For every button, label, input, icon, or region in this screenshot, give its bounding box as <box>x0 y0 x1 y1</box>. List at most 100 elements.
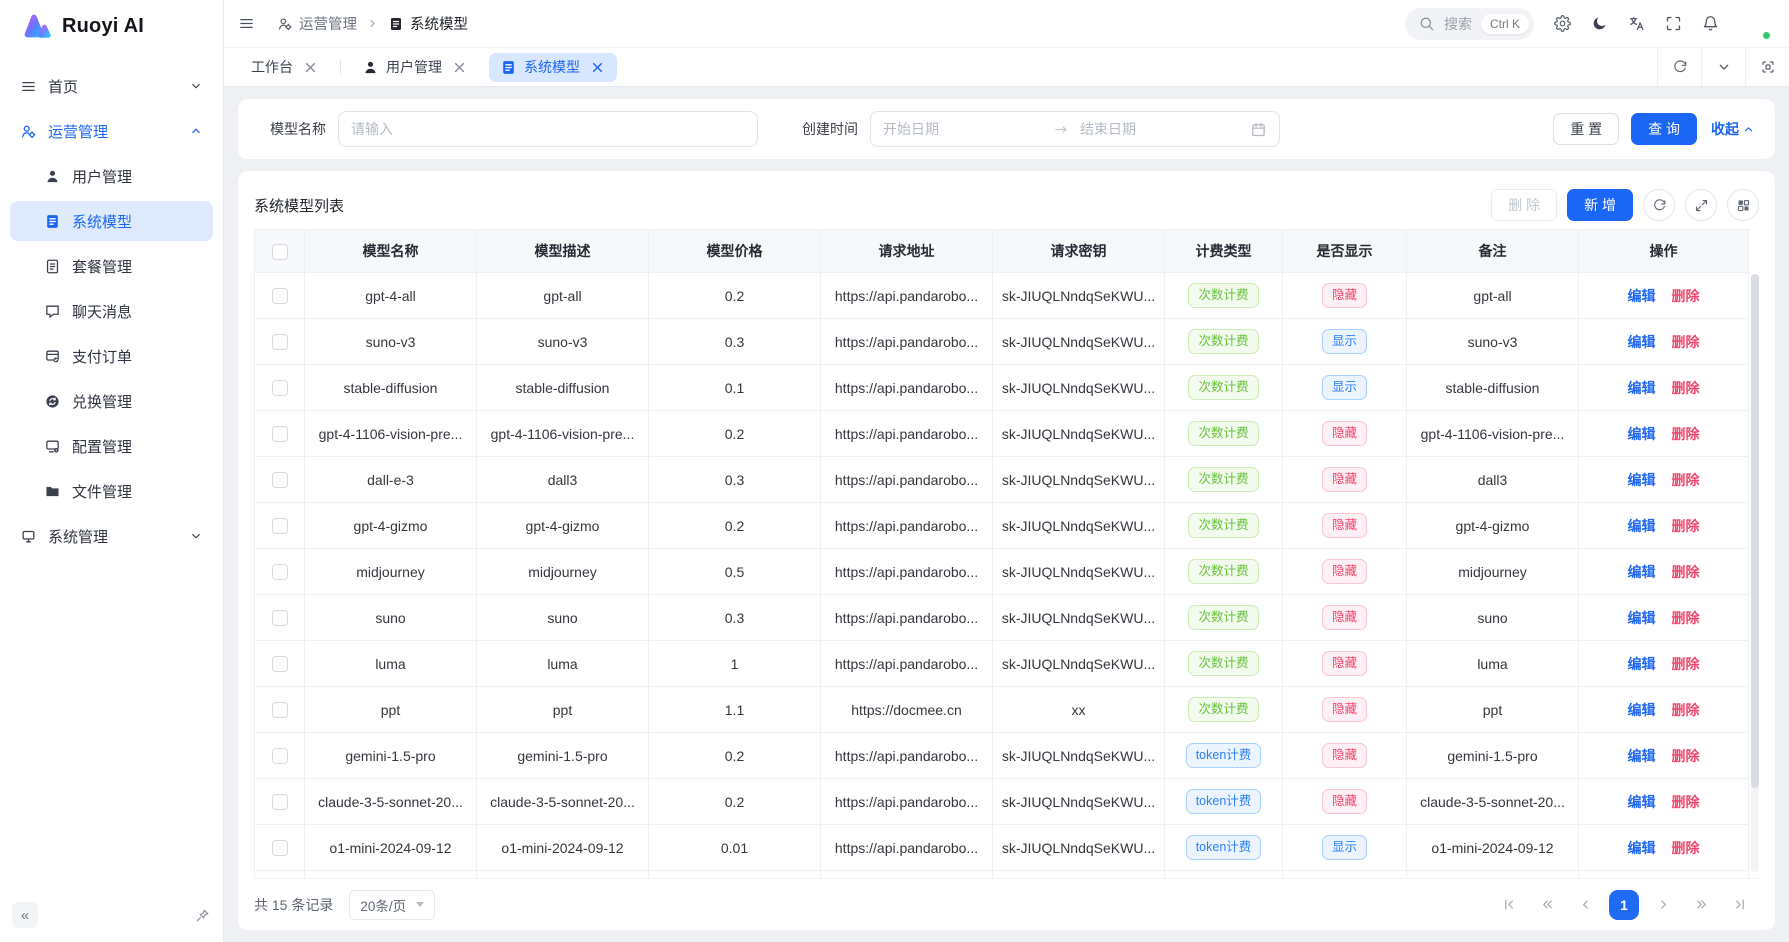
row-checkbox[interactable] <box>272 610 288 626</box>
delete-link[interactable]: 删除 <box>1672 380 1700 396</box>
select-all-checkbox[interactable] <box>272 244 288 260</box>
maximize-content-button[interactable] <box>1745 48 1789 86</box>
sidebar-item-home[interactable]: 首页 <box>10 66 213 106</box>
row-checkbox[interactable] <box>272 794 288 810</box>
delete-link[interactable]: 删除 <box>1672 426 1700 442</box>
edit-link[interactable]: 编辑 <box>1628 610 1656 626</box>
hamburger-menu-icon[interactable] <box>238 15 255 32</box>
fullscreen-table-button[interactable] <box>1685 189 1717 221</box>
row-checkbox[interactable] <box>272 518 288 534</box>
row-checkbox[interactable] <box>272 472 288 488</box>
tab-menu-button[interactable] <box>1701 48 1745 86</box>
cell-visibility: 隐藏 <box>1283 733 1407 779</box>
delete-link[interactable]: 删除 <box>1672 334 1700 350</box>
refresh-tab-button[interactable] <box>1657 48 1701 86</box>
sidebar-item-config-management[interactable]: 配置管理 <box>10 426 213 466</box>
close-tab-icon[interactable] <box>302 59 319 76</box>
next-group-button[interactable] <box>1687 891 1715 919</box>
cell-desc: suno-v3 <box>477 319 649 365</box>
delete-link[interactable]: 删除 <box>1672 748 1700 764</box>
edit-link[interactable]: 编辑 <box>1628 748 1656 764</box>
current-page[interactable]: 1 <box>1609 890 1639 920</box>
collapse-filter-link[interactable]: 收起 <box>1711 119 1755 139</box>
cell-name: suno-v3 <box>305 319 477 365</box>
sidebar-item-file-management[interactable]: 文件管理 <box>10 471 213 511</box>
delete-link[interactable]: 删除 <box>1672 610 1700 626</box>
reset-button[interactable]: 重 置 <box>1553 113 1619 145</box>
app-logo[interactable]: Ruoyi AI <box>0 0 223 52</box>
query-button[interactable]: 查 询 <box>1631 113 1697 145</box>
tab-system-model[interactable]: 系统模型 <box>489 53 617 82</box>
delete-link[interactable]: 删除 <box>1672 794 1700 810</box>
sidebar-item-system-model[interactable]: 系统模型 <box>10 201 213 241</box>
close-tab-icon[interactable] <box>451 59 468 76</box>
sidebar-item-chat-messages[interactable]: 聊天消息 <box>10 291 213 331</box>
refresh-icon <box>1652 198 1667 213</box>
breadcrumb-item[interactable]: 系统模型 <box>388 13 468 34</box>
edit-link[interactable]: 编辑 <box>1628 840 1656 856</box>
edit-link[interactable]: 编辑 <box>1628 794 1656 810</box>
row-checkbox[interactable] <box>272 564 288 580</box>
row-checkbox[interactable] <box>272 702 288 718</box>
language-icon[interactable] <box>1628 15 1645 32</box>
delete-link[interactable]: 删除 <box>1672 472 1700 488</box>
row-checkbox[interactable] <box>272 380 288 396</box>
row-checkbox[interactable] <box>272 334 288 350</box>
edit-link[interactable]: 编辑 <box>1628 518 1656 534</box>
notifications-icon[interactable] <box>1702 15 1719 32</box>
create-time-range-picker[interactable]: 开始日期 结束日期 <box>870 111 1280 147</box>
tab-user-management[interactable]: 用户管理 <box>351 53 479 82</box>
settings-icon[interactable] <box>1554 15 1571 32</box>
delete-link[interactable]: 删除 <box>1672 702 1700 718</box>
focus-expand-icon <box>1760 59 1776 75</box>
delete-link[interactable]: 删除 <box>1672 518 1700 534</box>
sidebar-item-exchange-management[interactable]: 兑换管理 <box>10 381 213 421</box>
next-page-button[interactable] <box>1649 891 1677 919</box>
edit-link[interactable]: 编辑 <box>1628 472 1656 488</box>
breadcrumb-label: 系统模型 <box>410 13 468 34</box>
table-scrollbar[interactable] <box>1751 274 1759 872</box>
prev-page-button[interactable] <box>1571 891 1599 919</box>
scrollbar-thumb[interactable] <box>1751 274 1759 788</box>
fullscreen-icon[interactable] <box>1665 15 1682 32</box>
prev-group-button[interactable] <box>1533 891 1561 919</box>
breadcrumb-item[interactable]: 运营管理 <box>277 13 357 34</box>
model-name-input[interactable] <box>338 111 758 147</box>
close-tab-icon[interactable] <box>589 59 606 76</box>
edit-link[interactable]: 编辑 <box>1628 426 1656 442</box>
add-button[interactable]: 新 增 <box>1567 189 1633 221</box>
sidebar-collapse-button[interactable]: « <box>12 902 38 928</box>
sidebar-item-payment-orders[interactable]: 支付订单 <box>10 336 213 376</box>
first-page-button[interactable] <box>1495 891 1523 919</box>
row-checkbox[interactable] <box>272 748 288 764</box>
sidebar-item-package-management[interactable]: 套餐管理 <box>10 246 213 286</box>
sidebar-item-operations[interactable]: 运营管理 <box>10 111 213 151</box>
delete-link[interactable]: 删除 <box>1672 564 1700 580</box>
row-checkbox[interactable] <box>272 656 288 672</box>
tab-workbench[interactable]: 工作台 <box>240 53 330 82</box>
row-checkbox[interactable] <box>272 426 288 442</box>
row-checkbox[interactable] <box>272 288 288 304</box>
global-search[interactable]: 搜索 Ctrl K <box>1405 8 1534 40</box>
last-page-button[interactable] <box>1725 891 1753 919</box>
edit-link[interactable]: 编辑 <box>1628 656 1656 672</box>
edit-link[interactable]: 编辑 <box>1628 334 1656 350</box>
column-settings-button[interactable] <box>1727 189 1759 221</box>
edit-link[interactable]: 编辑 <box>1628 702 1656 718</box>
delete-link[interactable]: 删除 <box>1672 656 1700 672</box>
page-size-select[interactable]: 20条/页 <box>349 890 435 920</box>
edit-link[interactable]: 编辑 <box>1628 564 1656 580</box>
edit-link[interactable]: 编辑 <box>1628 380 1656 396</box>
edit-link[interactable]: 编辑 <box>1628 288 1656 304</box>
delete-button[interactable]: 删 除 <box>1491 189 1557 221</box>
delete-link[interactable]: 删除 <box>1672 288 1700 304</box>
sidebar-item-user-management[interactable]: 用户管理 <box>10 156 213 196</box>
pin-sidebar-icon[interactable] <box>194 907 211 924</box>
sidebar-item-system-management[interactable]: 系统管理 <box>10 516 213 556</box>
cell-price: 1.1 <box>649 687 821 733</box>
refresh-table-button[interactable] <box>1643 189 1675 221</box>
delete-link[interactable]: 删除 <box>1672 840 1700 856</box>
dark-mode-icon[interactable] <box>1591 15 1608 32</box>
row-checkbox[interactable] <box>272 840 288 856</box>
user-avatar[interactable] <box>1739 8 1771 40</box>
